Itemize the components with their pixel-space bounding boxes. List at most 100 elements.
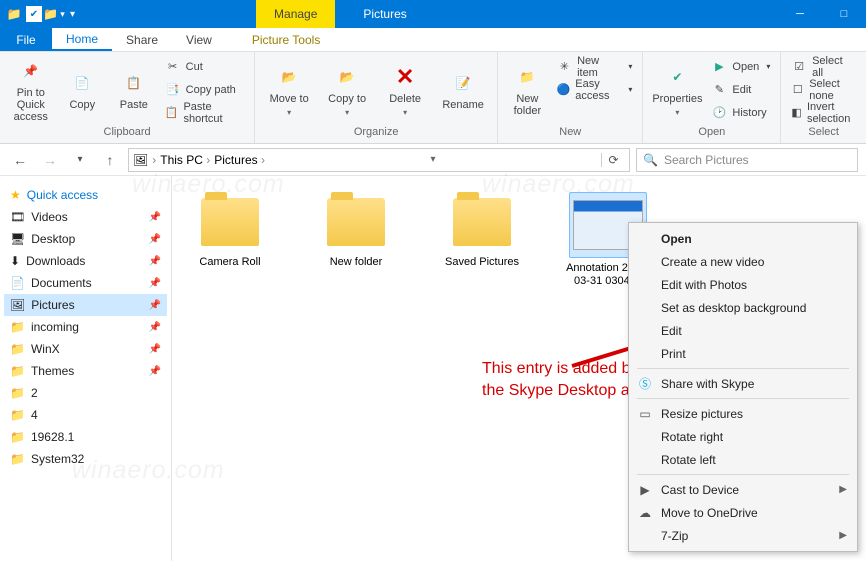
group-label: Select	[789, 126, 858, 141]
recent-locations-button[interactable]: ▾	[68, 148, 92, 172]
folder-dropdown-icon[interactable]: 📁	[46, 6, 62, 22]
new-item-button[interactable]: ✳New item▾	[555, 56, 635, 77]
cut-button[interactable]: ✂Cut	[163, 56, 247, 77]
folder-item[interactable]: Camera Roll	[182, 192, 278, 288]
folder-icon: 📁	[6, 6, 22, 22]
menu-item-rotate-right[interactable]: Rotate right	[631, 425, 855, 448]
picture-tools-tab[interactable]: Picture Tools	[238, 28, 334, 51]
menu-item-share-with-skype[interactable]: Ⓢ Share with Skype	[631, 372, 855, 395]
checkbox-icon[interactable]: ✔	[26, 6, 42, 22]
sidebar-item-pictures[interactable]: 🖼Pictures📌	[4, 294, 167, 316]
refresh-button[interactable]: ⟳	[601, 153, 625, 167]
paste-shortcut-icon: 📋	[165, 105, 179, 121]
new-item-icon: ✳	[557, 59, 572, 75]
minimize-button[interactable]: ─	[778, 0, 822, 28]
menu-item-print[interactable]: Print	[631, 342, 855, 365]
breadcrumb-item[interactable]: This PC	[160, 153, 210, 167]
pin-icon: 📌	[149, 278, 161, 289]
file-name: New folder	[330, 256, 383, 269]
sidebar-item-2[interactable]: 📁2	[4, 382, 167, 404]
sidebar-item-4[interactable]: 📁4	[4, 404, 167, 426]
sidebar-item-themes[interactable]: 📁Themes📌	[4, 360, 167, 382]
sidebar-item-desktop[interactable]: 🖥Desktop📌	[4, 228, 167, 250]
chevron-down-icon	[403, 108, 407, 117]
view-tab[interactable]: View	[172, 28, 226, 51]
invert-selection-button[interactable]: ◧Invert selection	[789, 102, 858, 123]
menu-item-edit-with-photos[interactable]: Edit with Photos	[631, 273, 855, 296]
menu-item-edit[interactable]: Edit	[631, 319, 855, 342]
menu-item-move-to-onedrive[interactable]: ☁Move to OneDrive	[631, 501, 855, 524]
move-icon: 📂	[275, 63, 303, 91]
menu-item-cast-to-device[interactable]: ▶Cast to Device▶	[631, 478, 855, 501]
file-tab[interactable]: File	[0, 28, 52, 51]
maximize-button[interactable]: □	[822, 0, 866, 28]
edit-button[interactable]: ✎Edit	[709, 79, 772, 100]
properties-button[interactable]: ✔Properties	[651, 56, 703, 124]
search-box[interactable]: 🔍 Search Pictures	[636, 148, 858, 172]
select-none-button[interactable]: ☐Select none	[789, 79, 858, 100]
chevron-down-icon: ▾	[766, 62, 770, 71]
history-button[interactable]: 🕑History	[709, 102, 772, 123]
quick-access-header[interactable]: ★ Quick access	[4, 184, 167, 206]
menu-separator	[637, 398, 849, 399]
select-all-icon: ☑	[791, 59, 807, 75]
pin-icon: 📌	[17, 57, 45, 85]
chevron-down-icon	[287, 108, 291, 117]
sidebar-item-winx[interactable]: 📁WinX📌	[4, 338, 167, 360]
copy-path-button[interactable]: 📑Copy path	[163, 79, 247, 100]
menu-item-set-as-desktop-background[interactable]: Set as desktop background	[631, 296, 855, 319]
easy-access-icon: 🔵	[557, 82, 571, 98]
item-icon: 🖼	[10, 298, 25, 312]
rename-button[interactable]: 📝Rename	[437, 56, 489, 124]
pin-icon: 📌	[149, 234, 161, 245]
forward-button[interactable]: →	[38, 148, 62, 172]
menu-item-create-a-new-video[interactable]: Create a new video	[631, 250, 855, 273]
open-button[interactable]: ▶Open▾	[709, 56, 772, 77]
copy-button[interactable]: 📄 Copy	[60, 56, 106, 124]
sidebar-item-videos[interactable]: 🎞Videos📌	[4, 206, 167, 228]
breadcrumb-item[interactable]: Pictures	[214, 153, 265, 167]
menu-item-rotate-left[interactable]: Rotate left	[631, 448, 855, 471]
folder-item[interactable]: New folder	[308, 192, 404, 288]
menu-separator	[637, 368, 849, 369]
paste-shortcut-button[interactable]: 📋Paste shortcut	[163, 102, 247, 123]
delete-button[interactable]: ✕Delete	[379, 56, 431, 124]
share-tab[interactable]: Share	[112, 28, 172, 51]
item-icon: 📄	[10, 276, 25, 290]
contextual-tab-label: Manage	[256, 0, 335, 28]
new-folder-button[interactable]: 📁New folder	[506, 56, 548, 124]
sidebar-item-downloads[interactable]: ⬇Downloads📌	[4, 250, 167, 272]
move-to-button[interactable]: 📂Move to	[263, 56, 315, 124]
sidebar-item-19628-1[interactable]: 📁19628.1	[4, 426, 167, 448]
quick-access-toolbar: 📁 ✔ 📁 ▾	[0, 6, 81, 22]
menu-item-open[interactable]: Open	[631, 227, 855, 250]
folder-item[interactable]: Saved Pictures	[434, 192, 530, 288]
up-button[interactable]: ↑	[98, 148, 122, 172]
menu-item-7-zip[interactable]: 7-Zip▶	[631, 524, 855, 547]
item-label: WinX	[31, 342, 60, 356]
address-bar[interactable]: 🖼 › This PC Pictures ▾ ⟳	[128, 148, 630, 172]
menu-icon: Ⓢ	[637, 375, 653, 392]
ribbon-group-select: ☑Select all ☐Select none ◧Invert selecti…	[781, 52, 866, 143]
copy-to-button[interactable]: 📂Copy to	[321, 56, 373, 124]
menu-label: Share with Skype	[661, 377, 754, 391]
back-button[interactable]: ←	[8, 148, 32, 172]
chevron-right-icon: ▶	[839, 530, 847, 541]
file-list-pane[interactable]: winaero.com winaero.com winaero.com Came…	[172, 176, 866, 561]
sidebar-item-documents[interactable]: 📄Documents📌	[4, 272, 167, 294]
window-title: Pictures	[363, 7, 406, 21]
easy-access-button[interactable]: 🔵Easy access▾	[555, 79, 635, 100]
item-label: 2	[31, 386, 38, 400]
item-icon: 🎞	[10, 210, 25, 224]
pin-to-quick-access-button[interactable]: 📌 Pin to Quick access	[8, 56, 54, 124]
sidebar-item-incoming[interactable]: 📁incoming📌	[4, 316, 167, 338]
menu-label: Print	[661, 347, 686, 361]
select-all-button[interactable]: ☑Select all	[789, 56, 858, 77]
sidebar-item-system32[interactable]: 📁System32	[4, 448, 167, 470]
address-dropdown[interactable]: ▾	[430, 154, 435, 165]
paste-button[interactable]: 📋 Paste	[111, 56, 157, 124]
menu-item-resize-pictures[interactable]: ▭Resize pictures	[631, 402, 855, 425]
qat-overflow[interactable]: ▾	[70, 9, 75, 20]
pin-icon: 📌	[149, 344, 161, 355]
home-tab[interactable]: Home	[52, 28, 112, 51]
